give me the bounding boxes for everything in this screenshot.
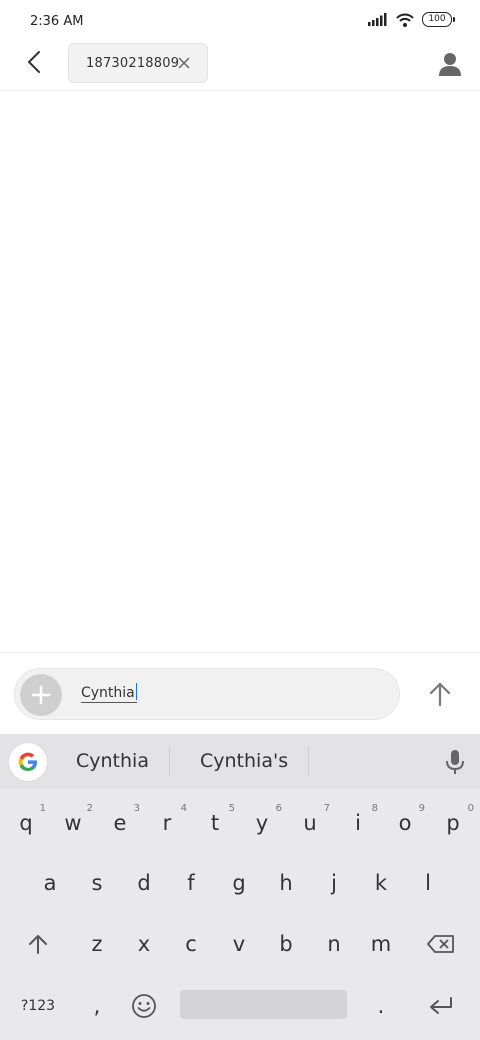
- key-q[interactable]: q1: [3, 795, 49, 851]
- key-j[interactable]: j: [311, 855, 357, 911]
- key-x[interactable]: x: [121, 916, 167, 972]
- key-label: p: [446, 811, 460, 835]
- back-button[interactable]: [20, 48, 48, 76]
- key-u[interactable]: u7: [287, 795, 333, 851]
- key-hint: 8: [371, 803, 378, 814]
- comma-key[interactable]: ,: [74, 978, 120, 1034]
- key-w[interactable]: w2: [50, 795, 96, 851]
- key-y[interactable]: y6: [239, 795, 285, 851]
- text-cursor: [135, 683, 138, 700]
- key-d[interactable]: d: [121, 855, 167, 911]
- key-label: e: [113, 811, 127, 835]
- close-icon: [178, 57, 190, 69]
- compose-bar: Cynthia: [0, 652, 480, 735]
- google-logo-button[interactable]: [9, 743, 47, 781]
- key-hint: 1: [39, 803, 46, 814]
- microphone-icon[interactable]: [444, 748, 466, 776]
- key-c[interactable]: c: [168, 916, 214, 972]
- key-label: t: [210, 811, 220, 835]
- back-arrow-icon: [28, 51, 40, 73]
- key-l[interactable]: l: [405, 855, 451, 911]
- suggestion-2[interactable]: Cynthia's: [200, 750, 288, 772]
- key-a[interactable]: a: [27, 855, 73, 911]
- key-g[interactable]: g: [216, 855, 262, 911]
- battery-icon: 100: [422, 12, 455, 27]
- key-p[interactable]: p0: [430, 795, 476, 851]
- recipient-chip[interactable]: 18730218809: [68, 43, 208, 83]
- key-label: u: [303, 811, 317, 835]
- add-attachment-button[interactable]: [20, 674, 62, 716]
- key-label: i: [355, 811, 361, 835]
- key-m[interactable]: m: [358, 916, 404, 972]
- key-hint: 7: [323, 803, 330, 814]
- space-bar[interactable]: [180, 990, 347, 1019]
- symbols-key[interactable]: ?123: [15, 978, 61, 1034]
- key-s[interactable]: s: [74, 855, 120, 911]
- backspace-icon: [427, 935, 454, 953]
- key-label: q: [19, 811, 33, 835]
- key-o[interactable]: o9: [382, 795, 428, 851]
- status-bar: 2:36 AM 100: [0, 0, 480, 44]
- key-k[interactable]: k: [358, 855, 404, 911]
- message-input[interactable]: Cynthia: [81, 683, 138, 703]
- key-t[interactable]: t5: [192, 795, 238, 851]
- key-hint: 4: [180, 803, 187, 814]
- key-hint: 5: [228, 803, 235, 814]
- status-time: 2:36 AM: [30, 14, 84, 29]
- key-i[interactable]: i8: [335, 795, 381, 851]
- wifi-icon: [396, 13, 414, 27]
- suggestion-divider: [308, 746, 309, 776]
- contact-person-icon[interactable]: [436, 50, 464, 78]
- enter-key[interactable]: [418, 978, 464, 1034]
- key-hint: 2: [86, 803, 93, 814]
- emoji-smiley-icon: [132, 994, 156, 1018]
- key-hint: 3: [133, 803, 140, 814]
- key-b[interactable]: b: [263, 916, 309, 972]
- period-key[interactable]: .: [358, 978, 404, 1034]
- shift-arrow-icon: [29, 935, 47, 954]
- suggestion-bar: Cynthia Cynthia's: [0, 734, 480, 789]
- signal-icon: [368, 13, 387, 26]
- suggestion-divider: [169, 746, 170, 776]
- key-label: y: [255, 811, 269, 835]
- status-icons: 100: [368, 12, 455, 27]
- key-label: o: [398, 811, 412, 835]
- remove-recipient-button[interactable]: [175, 54, 193, 72]
- key-hint: 9: [418, 803, 425, 814]
- key-label: w: [64, 811, 82, 835]
- key-hint: 0: [467, 803, 474, 814]
- key-r[interactable]: r4: [144, 795, 190, 851]
- key-h[interactable]: h: [263, 855, 309, 911]
- recipient-number: 18730218809: [86, 55, 180, 71]
- plus-icon: [31, 685, 51, 705]
- google-g-icon: [18, 752, 37, 771]
- key-n[interactable]: n: [311, 916, 357, 972]
- key-label: r: [162, 811, 172, 835]
- key-f[interactable]: f: [168, 855, 214, 911]
- suggestion-1[interactable]: Cynthia: [76, 750, 149, 772]
- emoji-key[interactable]: [121, 978, 167, 1034]
- message-input-box[interactable]: Cynthia: [14, 668, 400, 720]
- key-e[interactable]: e3: [97, 795, 143, 851]
- shift-key[interactable]: [15, 916, 61, 972]
- enter-return-icon: [430, 997, 452, 1014]
- message-text: Cynthia: [81, 685, 135, 701]
- soft-keyboard: Cynthia Cynthia's q1 w2 e3 r4 t5 y6 u7 i…: [0, 734, 480, 1040]
- send-icon[interactable]: [426, 680, 454, 708]
- backspace-key[interactable]: [418, 916, 464, 972]
- key-z[interactable]: z: [74, 916, 120, 972]
- conversation-header: 18730218809: [0, 40, 480, 91]
- key-hint: 6: [275, 803, 282, 814]
- key-v[interactable]: v: [216, 916, 262, 972]
